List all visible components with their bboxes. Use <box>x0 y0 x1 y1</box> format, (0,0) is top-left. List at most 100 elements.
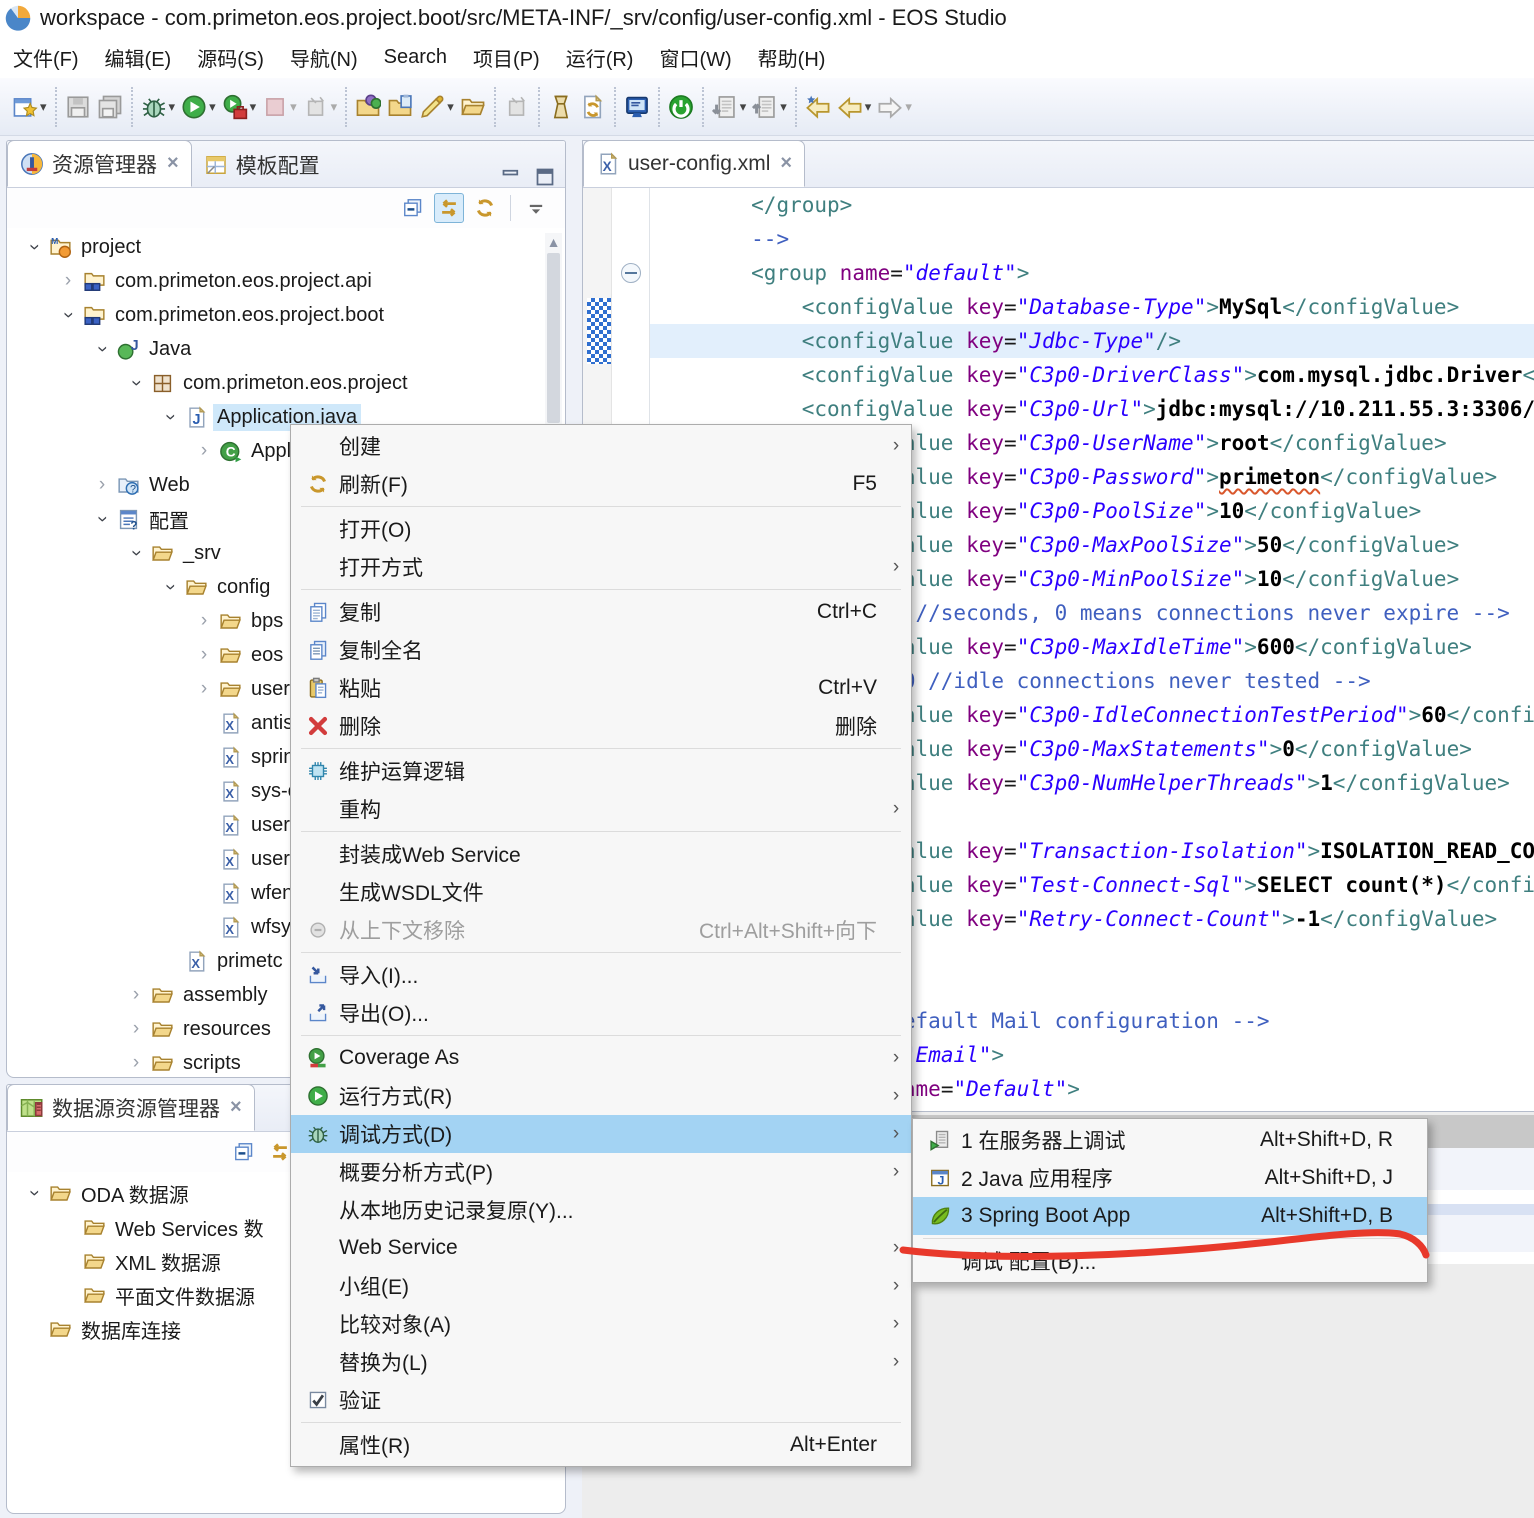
toolbar-button-doc-refresh[interactable] <box>577 91 609 123</box>
toolbar-button-back[interactable]: ▾ <box>834 91 875 123</box>
tree-item-Java[interactable]: ›JJava <box>7 332 565 366</box>
context-menu-item-封装成Web-Service[interactable]: 封装成Web Service <box>291 835 911 873</box>
context-menu-item-属性-R-[interactable]: 属性(R)Alt+Enter <box>291 1426 911 1464</box>
menu-item-6[interactable]: 项目(P) <box>460 39 553 76</box>
context-menu-item-导出-O-[interactable]: 导出(O)... <box>291 994 911 1032</box>
context-menu-item-粘贴[interactable]: 粘贴Ctrl+V <box>291 669 911 707</box>
scrollbar-thumb[interactable] <box>547 253 560 423</box>
context-menu-item-生成WSDL文件[interactable]: 生成WSDL文件 <box>291 873 911 911</box>
toolbar-button-run-toolbox[interactable]: ▾ <box>219 91 260 123</box>
view-tab-1[interactable]: 资源管理器× <box>7 140 192 187</box>
context-menu-item-验证[interactable]: 验证 <box>291 1381 911 1419</box>
chevron-right-icon[interactable]: › <box>193 678 215 700</box>
toolbar-button-folder-balls[interactable] <box>352 91 384 123</box>
chevron-right-icon[interactable]: › <box>125 1018 147 1040</box>
chevron-right-icon[interactable]: › <box>193 610 215 632</box>
toolbar-button-back-star[interactable] <box>802 91 834 123</box>
context-menu-item-删除[interactable]: 删除删除 <box>291 707 911 745</box>
dropdown-caret-icon[interactable]: ▾ <box>331 99 338 115</box>
dropdown-caret-icon[interactable]: ▾ <box>40 99 47 115</box>
context-menu-item-Coverage-As[interactable]: Coverage As› <box>291 1039 911 1077</box>
maximize-icon[interactable] <box>535 167 555 187</box>
menu-item-4[interactable]: 导航(N) <box>277 39 371 76</box>
tree-item-com-primeton-eos-project-api[interactable]: ›com.primeton.eos.project.api <box>7 264 565 298</box>
toolbar-button-monitor[interactable] <box>621 91 653 123</box>
chevron-right-icon[interactable]: › <box>57 270 79 292</box>
context-menu-item-调试方式-D-[interactable]: 调试方式(D)› <box>291 1115 911 1153</box>
tree-item-project[interactable]: ›Mproject <box>7 230 565 264</box>
context-menu-item-打开-O-[interactable]: 打开(O) <box>291 510 911 548</box>
toolbar-button-pen[interactable]: ▾ <box>416 91 457 123</box>
chevron-down-icon[interactable]: › <box>23 1182 45 1204</box>
menu-item-1[interactable]: 文件(F) <box>0 39 92 76</box>
dropdown-caret-icon[interactable]: ▾ <box>169 99 176 115</box>
context-menu-item-打开方式[interactable]: 打开方式› <box>291 548 911 586</box>
context-menu-item-概要分析方式-P-[interactable]: 概要分析方式(P)› <box>291 1153 911 1191</box>
collapse-all-icon[interactable] <box>398 193 428 223</box>
debug-submenu-item-调试-配置-B-[interactable]: 调试 配置(B)... <box>913 1242 1427 1280</box>
chevron-down-icon[interactable]: › <box>125 542 147 564</box>
toolbar-button-import-doc[interactable]: ▾ <box>709 91 750 123</box>
context-menu-item-替换为-L-[interactable]: 替换为(L)› <box>291 1343 911 1381</box>
dropdown-caret-icon[interactable]: ▾ <box>447 99 454 115</box>
context-menu-item-维护运算逻辑[interactable]: 维护运算逻辑 <box>291 752 911 790</box>
view-tab-2[interactable]: 模板配置 <box>192 142 340 187</box>
context-menu-item-运行方式-R-[interactable]: 运行方式(R)› <box>291 1077 911 1115</box>
context-menu-item-比较对象-A-[interactable]: 比较对象(A)› <box>291 1305 911 1343</box>
context-menu-item-创建[interactable]: 创建› <box>291 427 911 465</box>
dropdown-caret-icon[interactable]: ▾ <box>209 99 216 115</box>
context-menu-item-复制全名[interactable]: 复制全名 <box>291 631 911 669</box>
tree-item-com-primeton-eos-project-boot[interactable]: ›com.primeton.eos.project.boot <box>7 298 565 332</box>
context-menu-item-刷新-F-[interactable]: 刷新(F)F5 <box>291 465 911 503</box>
chevron-down-icon[interactable]: › <box>23 236 45 258</box>
chevron-down-icon[interactable]: › <box>159 576 181 598</box>
dropdown-caret-icon[interactable]: ▾ <box>905 99 912 115</box>
view-tab-1[interactable]: 数据源资源管理器× <box>7 1084 255 1131</box>
chevron-right-icon[interactable]: › <box>125 1052 147 1074</box>
toolbar-button-debug-bug[interactable]: ▾ <box>138 91 179 123</box>
toolbar-button-folder[interactable] <box>457 91 489 123</box>
chevron-right-icon[interactable]: › <box>193 644 215 666</box>
dropdown-caret-icon[interactable]: ▾ <box>865 99 872 115</box>
toolbar-button-spring-boot[interactable] <box>665 91 697 123</box>
toolbar-button-spool[interactable] <box>545 91 577 123</box>
menu-item-5[interactable]: Search <box>371 42 460 73</box>
scroll-up-icon[interactable]: ▲ <box>545 233 562 251</box>
minimize-icon[interactable] <box>501 167 521 187</box>
toolbar-button-new-wizard[interactable]: ▾ <box>9 91 50 123</box>
chevron-right-icon[interactable]: › <box>125 984 147 1006</box>
chevron-right-icon[interactable]: › <box>193 440 215 462</box>
menu-item-2[interactable]: 编辑(E) <box>92 39 185 76</box>
dropdown-caret-icon[interactable]: ▾ <box>290 99 297 115</box>
collapse-all-icon[interactable] <box>229 1137 259 1167</box>
close-icon[interactable]: × <box>780 152 792 175</box>
toolbar-button-folder-clip[interactable] <box>384 91 416 123</box>
chevron-right-icon[interactable]: › <box>91 474 113 496</box>
toolbar-button-run[interactable]: ▾ <box>178 91 219 123</box>
context-menu-item-小组-E-[interactable]: 小组(E)› <box>291 1267 911 1305</box>
dropdown-caret-icon[interactable]: ▾ <box>250 99 257 115</box>
chevron-down-icon[interactable]: › <box>125 372 147 394</box>
close-icon[interactable]: × <box>167 152 179 175</box>
close-icon[interactable]: × <box>230 1096 242 1119</box>
debug-submenu-item-1-在服务器上调试[interactable]: 1 在服务器上调试Alt+Shift+D, R <box>913 1121 1427 1159</box>
context-menu-item-Web-Service[interactable]: Web Service› <box>291 1229 911 1267</box>
context-menu-item-导入-I-[interactable]: 导入(I)... <box>291 956 911 994</box>
menu-item-8[interactable]: 窗口(W) <box>646 39 744 76</box>
tree-item-com-primeton-eos-project[interactable]: ›com.primeton.eos.project <box>7 366 565 400</box>
context-menu-item-复制[interactable]: 复制Ctrl+C <box>291 593 911 631</box>
debug-submenu-item-2-Java-应用程序[interactable]: J2 Java 应用程序Alt+Shift+D, J <box>913 1159 1427 1197</box>
dropdown-caret-icon[interactable]: ▾ <box>740 99 747 115</box>
context-menu-item-从本地历史记录复原-Y-[interactable]: 从本地历史记录复原(Y)... <box>291 1191 911 1229</box>
chevron-down-icon[interactable]: › <box>91 338 113 360</box>
chevron-down-icon[interactable]: › <box>159 406 181 428</box>
refresh-icon[interactable] <box>470 193 500 223</box>
menu-item-7[interactable]: 运行(R) <box>553 39 647 76</box>
menu-item-3[interactable]: 源码(S) <box>184 39 277 76</box>
debug-submenu-item-3-Spring-Boot-App[interactable]: 3 Spring Boot AppAlt+Shift+D, B <box>913 1197 1427 1235</box>
context-menu-item-重构[interactable]: 重构› <box>291 790 911 828</box>
tab-user-config-xml[interactable]: X user-config.xml × <box>583 140 805 187</box>
toolbar-button-export-doc[interactable]: ▾ <box>749 91 790 123</box>
fold-collapse-icon[interactable] <box>621 263 641 283</box>
chevron-down-icon[interactable]: › <box>91 508 113 530</box>
